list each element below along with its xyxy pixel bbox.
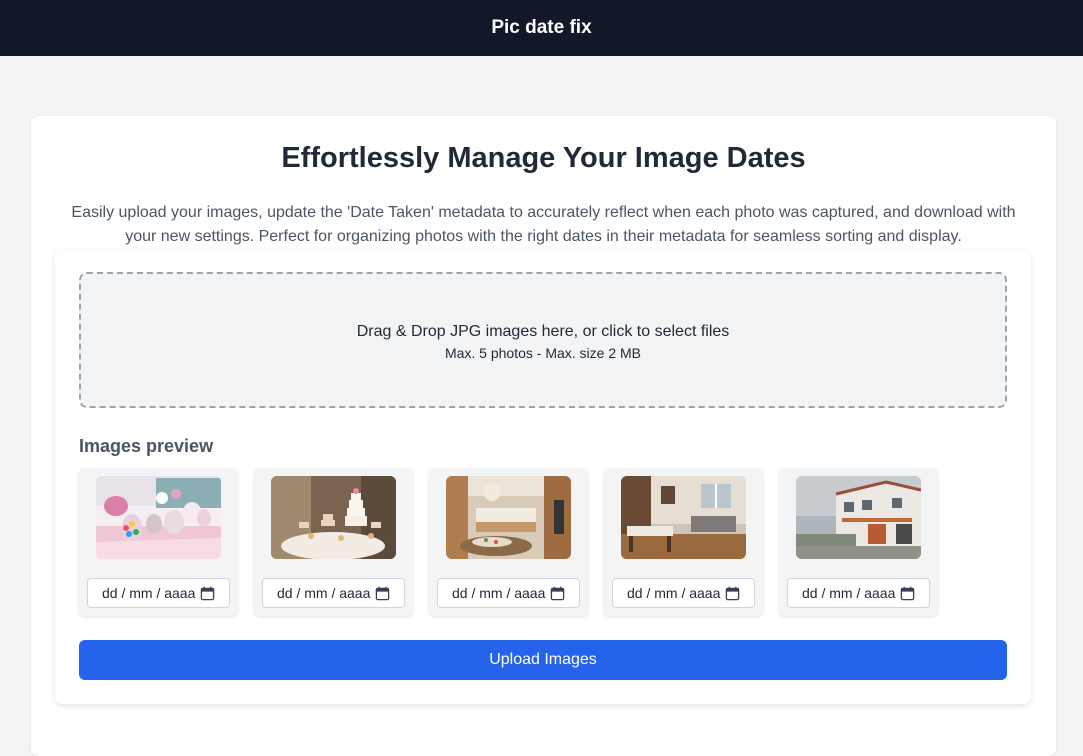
- calendar-icon[interactable]: [200, 586, 215, 601]
- calendar-icon[interactable]: [900, 586, 915, 601]
- app-title: Pic date fix: [491, 17, 592, 38]
- image-previews-list: dd / mm / aaaa dd / mm / aaaa dd / mm / …: [79, 468, 938, 616]
- main-card: Effortlessly Manage Your Image Dates Eas…: [31, 116, 1056, 756]
- wedding-cakes-photo: [271, 476, 396, 559]
- date-placeholder: dd / mm / aaaa: [802, 585, 896, 601]
- calendar-icon[interactable]: [375, 586, 390, 601]
- date-placeholder: dd / mm / aaaa: [277, 585, 371, 601]
- calendar-icon[interactable]: [550, 586, 565, 601]
- upload-panel: Drag & Drop JPG images here, or click to…: [55, 250, 1031, 704]
- upload-images-button[interactable]: Upload Images: [79, 640, 1007, 680]
- date-placeholder: dd / mm / aaaa: [102, 585, 196, 601]
- date-placeholder: dd / mm / aaaa: [627, 585, 721, 601]
- file-dropzone[interactable]: Drag & Drop JPG images here, or click to…: [79, 272, 1007, 408]
- preview-card: dd / mm / aaaa: [254, 468, 413, 616]
- date-taken-input[interactable]: dd / mm / aaaa: [787, 578, 930, 608]
- preview-card: dd / mm / aaaa: [429, 468, 588, 616]
- date-taken-input[interactable]: dd / mm / aaaa: [87, 578, 230, 608]
- kitchen-photo: [446, 476, 571, 559]
- preview-card: dd / mm / aaaa: [79, 468, 238, 616]
- living-room-photo: [621, 476, 746, 559]
- top-header: Pic date fix: [0, 0, 1083, 56]
- calendar-icon[interactable]: [725, 586, 740, 601]
- date-placeholder: dd / mm / aaaa: [452, 585, 546, 601]
- candy-table-photo: [96, 476, 221, 559]
- house-exterior-photo: [796, 476, 921, 559]
- preview-card: dd / mm / aaaa: [779, 468, 938, 616]
- preview-card: dd / mm / aaaa: [604, 468, 763, 616]
- date-taken-input[interactable]: dd / mm / aaaa: [612, 578, 755, 608]
- dropzone-limits: Max. 5 photos - Max. size 2 MB: [444, 345, 642, 361]
- previews-heading: Images preview: [79, 436, 214, 456]
- page-title: Effortlessly Manage Your Image Dates: [281, 142, 806, 174]
- date-taken-input[interactable]: dd / mm / aaaa: [262, 578, 405, 608]
- dropzone-instructions: Drag & Drop JPG images here, or click to…: [356, 323, 730, 340]
- page-description: Easily upload your images, update the 'D…: [71, 204, 1016, 245]
- date-taken-input[interactable]: dd / mm / aaaa: [437, 578, 580, 608]
